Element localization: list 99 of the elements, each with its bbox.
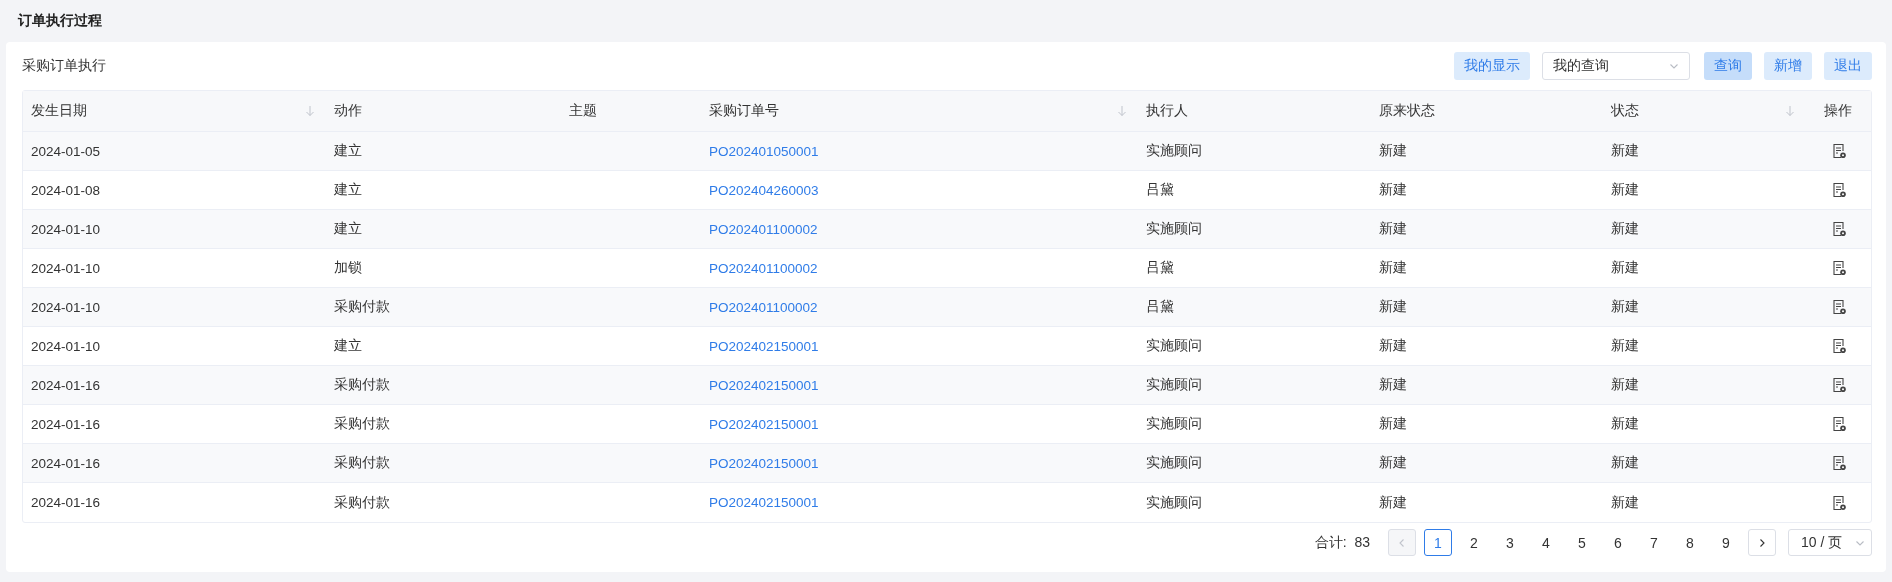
view-document-icon[interactable] — [1830, 416, 1847, 432]
column-header: 原来状态 — [1378, 101, 1436, 120]
column-header: 执行人 — [1145, 101, 1189, 120]
table-cell: 实施顾问 — [1146, 493, 1202, 512]
view-document-icon[interactable] — [1830, 455, 1847, 471]
table-cell: 建立 — [334, 142, 362, 160]
table-cell: 加锁 — [334, 259, 362, 277]
column-header[interactable]: 采购订单号 — [701, 91, 1138, 131]
column-header: 操作 — [1822, 101, 1853, 120]
table-cell: 新建 — [1611, 337, 1639, 355]
table-cell: 实施顾问 — [1146, 142, 1202, 160]
table-cell: 新建 — [1611, 181, 1639, 199]
table-cell: 采购付款 — [334, 298, 390, 316]
order-link[interactable]: PO202402150001 — [709, 495, 819, 510]
query-select[interactable]: 我的查询 — [1542, 52, 1690, 80]
view-document-icon[interactable] — [1830, 377, 1847, 393]
table-cell: 建立 — [334, 220, 362, 238]
table-cell: 新建 — [1379, 259, 1407, 277]
table-cell: 2024-01-16 — [31, 377, 101, 393]
table-cell: 新建 — [1379, 415, 1407, 433]
table-cell: 2024-01-10 — [31, 221, 101, 237]
table-cell: 实施顾问 — [1146, 220, 1202, 238]
order-link[interactable]: PO202404260003 — [709, 182, 819, 198]
table-cell: 新建 — [1379, 220, 1407, 238]
table-cell: 采购付款 — [334, 415, 390, 433]
table-cell: 新建 — [1611, 298, 1639, 316]
page-button[interactable]: 8 — [1676, 529, 1704, 556]
page-button[interactable]: 7 — [1640, 529, 1668, 556]
table-cell: 吕黛 — [1146, 298, 1174, 316]
toolbar-button[interactable]: 查询 — [1704, 52, 1752, 80]
table-cell: 2024-01-10 — [31, 338, 101, 354]
order-link[interactable]: PO202401050001 — [709, 143, 819, 159]
dropdown-caret-icon — [1669, 61, 1679, 71]
table-cell: 2024-01-16 — [31, 455, 101, 471]
view-document-icon[interactable] — [1830, 221, 1847, 237]
order-link[interactable]: PO202402150001 — [709, 377, 819, 393]
order-link[interactable]: PO202401100002 — [709, 221, 818, 237]
table-cell: 实施顾问 — [1146, 337, 1202, 355]
toolbar-button[interactable]: 我的显示 — [1454, 52, 1530, 80]
order-link[interactable]: PO202401100002 — [709, 299, 818, 315]
table-cell: 建立 — [334, 337, 362, 355]
page-button[interactable]: 4 — [1532, 529, 1560, 556]
table-cell: 新建 — [1611, 142, 1639, 160]
total-label: 合计: 83 — [1314, 533, 1370, 552]
toolbar-button[interactable]: 新增 — [1764, 52, 1812, 80]
order-link[interactable]: PO202402150001 — [709, 416, 819, 432]
page-size-select[interactable]: 10 / 页 — [1788, 529, 1872, 556]
page-button[interactable]: 6 — [1604, 529, 1632, 556]
table-cell: 2024-01-10 — [31, 260, 101, 276]
table-cell: 新建 — [1611, 454, 1639, 472]
table-cell: 实施顾问 — [1146, 376, 1202, 394]
table-cell: 实施顾问 — [1146, 454, 1202, 472]
view-document-icon[interactable] — [1830, 143, 1847, 159]
page-button[interactable]: 9 — [1712, 529, 1740, 556]
page-button[interactable]: 3 — [1496, 529, 1524, 556]
table-cell: 2024-01-05 — [31, 143, 101, 159]
table-cell: 实施顾问 — [1146, 415, 1202, 433]
view-document-icon[interactable] — [1830, 260, 1847, 276]
table-cell: 新建 — [1611, 415, 1639, 433]
table-cell: 新建 — [1379, 376, 1407, 394]
column-header: 主题 — [568, 101, 598, 120]
table-cell: 新建 — [1379, 337, 1407, 355]
page-title: 订单执行过程 — [18, 12, 102, 30]
table-cell: 新建 — [1611, 493, 1639, 512]
order-link[interactable]: PO202402150001 — [709, 338, 819, 354]
table-cell: 新建 — [1611, 376, 1639, 394]
table-cell: 新建 — [1611, 220, 1639, 238]
table-cell: 新建 — [1379, 181, 1407, 199]
chevron-left-icon — [1397, 537, 1407, 548]
table-cell: 采购付款 — [334, 376, 390, 394]
table-cell: 新建 — [1611, 259, 1639, 277]
table-cell: 2024-01-08 — [31, 182, 101, 198]
view-document-icon[interactable] — [1830, 494, 1847, 511]
table-cell: 吕黛 — [1146, 181, 1174, 199]
page-button[interactable]: 5 — [1568, 529, 1596, 556]
column-header[interactable]: 状态 — [1603, 91, 1806, 131]
page-button[interactable]: 1 — [1424, 529, 1452, 556]
chevron-right-icon — [1757, 537, 1767, 548]
column-header: 动作 — [333, 101, 363, 120]
table-cell: 建立 — [334, 181, 362, 199]
table-cell: 2024-01-16 — [31, 495, 101, 510]
view-document-icon[interactable] — [1830, 338, 1847, 354]
table-cell: 采购付款 — [334, 493, 390, 512]
table-cell: 新建 — [1379, 454, 1407, 472]
column-header[interactable]: 发生日期 — [23, 91, 326, 131]
toolbar-button[interactable]: 退出 — [1824, 52, 1872, 80]
table-cell: 采购付款 — [334, 454, 390, 472]
table-cell: 2024-01-16 — [31, 416, 101, 432]
table-cell: 2024-01-10 — [31, 299, 101, 315]
view-document-icon[interactable] — [1830, 182, 1847, 198]
panel-title: 采购订单执行 — [22, 57, 106, 75]
order-link[interactable]: PO202402150001 — [709, 455, 819, 471]
view-document-icon[interactable] — [1830, 299, 1847, 315]
table-cell: 吕黛 — [1146, 259, 1174, 277]
table-cell: 新建 — [1379, 142, 1407, 160]
table-cell: 新建 — [1379, 298, 1407, 316]
table-cell: 新建 — [1379, 493, 1407, 512]
order-link[interactable]: PO202401100002 — [709, 260, 818, 276]
page-button[interactable]: 2 — [1460, 529, 1488, 556]
